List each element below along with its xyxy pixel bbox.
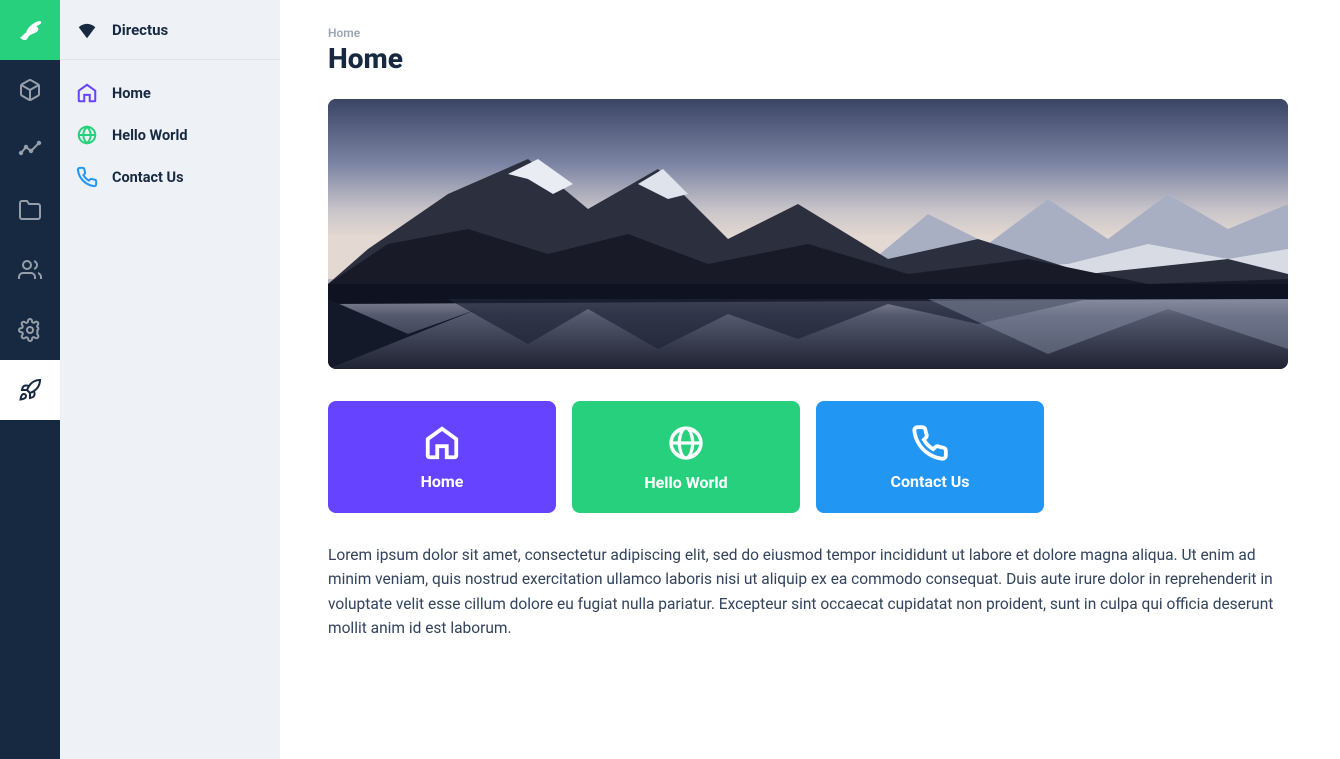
nav-item-hello-world[interactable]: Hello World [60,114,280,156]
logo[interactable] [0,0,60,60]
card-label: Hello World [644,473,727,492]
cards-row: Home Hello World Contact Us [328,401,1292,513]
card-contact-us[interactable]: Contact Us [816,401,1044,513]
phone-icon [911,424,949,462]
globe-icon [666,423,706,463]
settings-module[interactable] [0,300,60,360]
nav-header: Directus [60,0,280,60]
users-module[interactable] [0,240,60,300]
folder-icon [18,198,42,222]
module-bar [0,0,60,759]
home-icon [76,82,98,104]
nav-sidebar: Directus Home Hello World Contact Us [60,0,280,759]
content-module[interactable] [0,60,60,120]
chart-icon [18,138,42,162]
nav-item-label: Home [112,85,151,102]
gear-icon [18,318,42,342]
card-label: Contact Us [891,472,970,491]
module-bar-bottom [0,360,60,420]
box-icon [18,78,42,102]
globe-icon [76,124,98,146]
wifi-icon [76,19,98,41]
nav-item-home[interactable]: Home [60,72,280,114]
body-text: Lorem ipsum dolor sit amet, consectetur … [328,543,1288,641]
rocket-icon [18,378,42,402]
phone-icon [76,166,98,188]
breadcrumb: Home [328,26,1292,40]
people-icon [18,258,42,282]
home-icon [423,424,461,462]
hero-image [328,99,1288,369]
launch-module[interactable] [0,360,60,420]
nav-list: Home Hello World Contact Us [60,60,280,210]
project-name: Directus [112,21,168,39]
rabbit-icon [15,15,45,45]
card-hello-world[interactable]: Hello World [572,401,800,513]
nav-item-label: Contact Us [112,169,184,186]
card-label: Home [421,472,464,491]
card-home[interactable]: Home [328,401,556,513]
nav-item-label: Hello World [112,127,188,144]
insights-module[interactable] [0,120,60,180]
nav-item-contact-us[interactable]: Contact Us [60,156,280,198]
page-title: Home [328,42,1292,75]
main-content: Home Home [280,0,1340,759]
files-module[interactable] [0,180,60,240]
